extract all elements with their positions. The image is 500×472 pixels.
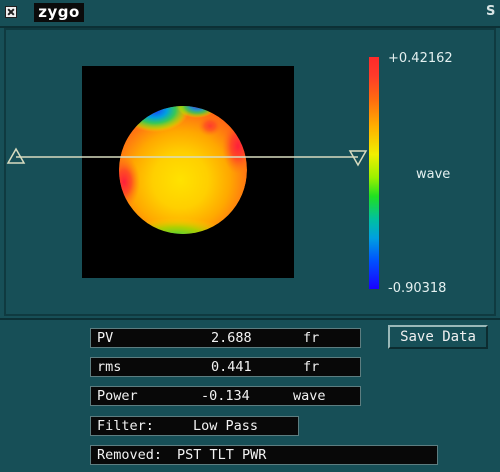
panel-divider — [0, 318, 500, 320]
color-scale-max: +0.42162 — [388, 51, 453, 66]
rms-readout: rms 0.441 fr — [90, 357, 361, 377]
filter-label: Filter: — [97, 418, 154, 434]
power-unit: wave — [293, 388, 326, 404]
power-value: -0.134 — [201, 388, 250, 404]
removed-value: PST TLT PWR — [177, 447, 267, 463]
zygo-analysis-window: zygo S +0.42162 wave -0.90318 PV 2.688 f… — [0, 0, 500, 472]
pv-value: 2.688 — [211, 330, 252, 346]
rms-value: 0.441 — [211, 359, 252, 375]
color-scale-min: -0.90318 — [388, 281, 447, 296]
filter-readout: Filter: Low Pass — [90, 416, 299, 436]
surface-disc — [119, 106, 247, 234]
power-readout: Power -0.134 wave — [90, 386, 361, 406]
surface-map-overlay — [6, 106, 368, 234]
pv-readout: PV 2.688 fr — [90, 328, 361, 348]
removed-readout: Removed: PST TLT PWR — [90, 445, 438, 465]
rms-unit: fr — [303, 359, 320, 375]
pv-unit: fr — [303, 330, 320, 346]
pv-label: PV — [97, 330, 114, 346]
color-scale-bar — [369, 57, 379, 289]
rms-label: rms — [97, 359, 122, 375]
save-data-button[interactable]: Save Data — [388, 325, 488, 349]
profile-start-handle-icon[interactable] — [6, 147, 26, 164]
color-scale-unit: wave — [416, 167, 451, 182]
power-label: Power — [97, 388, 138, 404]
profile-end-handle-icon[interactable] — [348, 150, 368, 167]
filter-value: Low Pass — [193, 418, 259, 434]
removed-label: Removed: — [97, 447, 163, 463]
